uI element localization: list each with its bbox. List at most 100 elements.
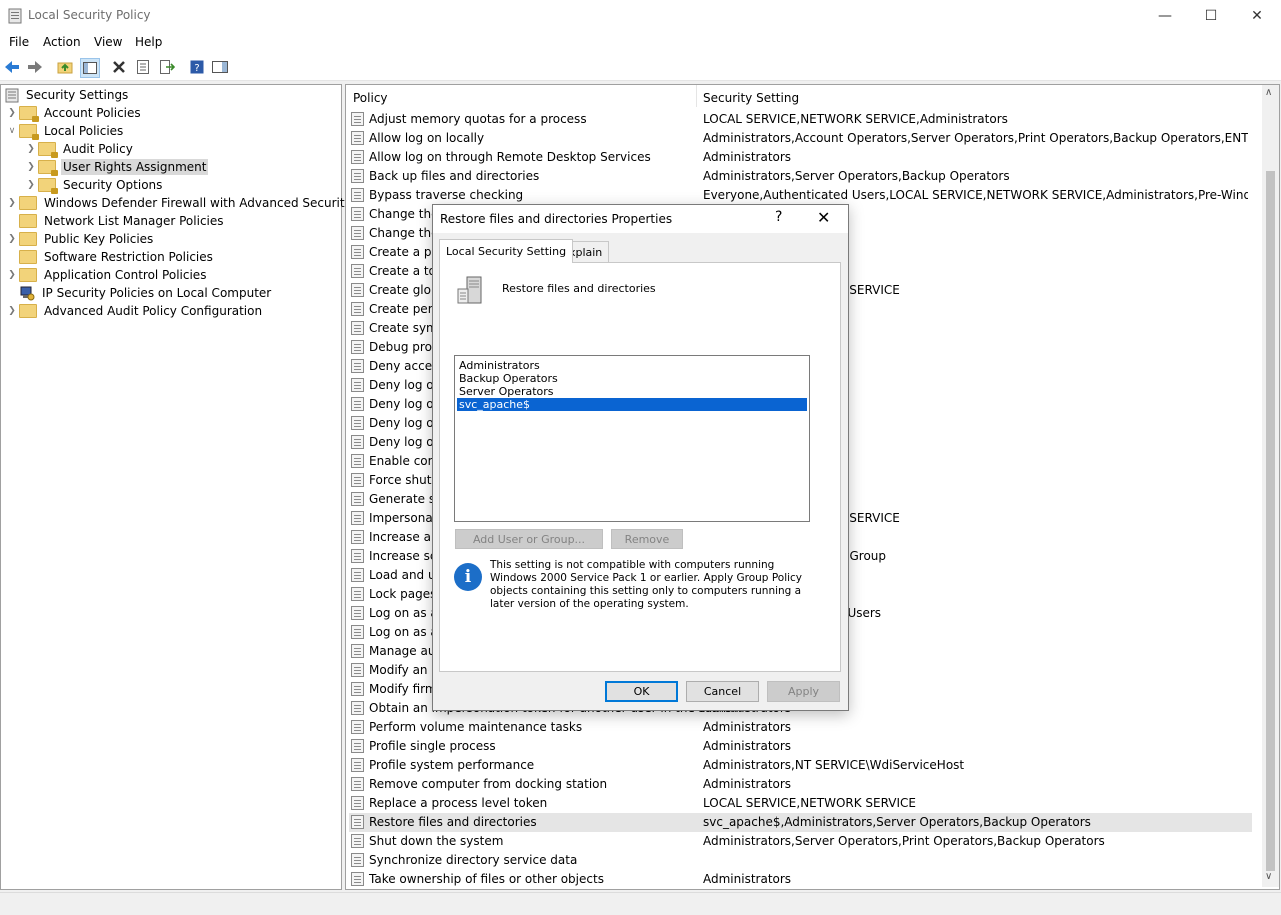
remove-button[interactable]: Remove <box>611 529 683 549</box>
chevron-right-icon[interactable]: ❯ <box>5 108 19 118</box>
help-button[interactable]: ? <box>775 209 782 225</box>
tree-item-advanced-audit[interactable]: ❯ Advanced Audit Policy Configuration <box>5 302 264 320</box>
members-listbox[interactable]: Administrators Backup Operators Server O… <box>454 355 810 522</box>
policy-icon <box>351 511 364 525</box>
policy-row[interactable]: Replace a process level token LOCAL SERVI… <box>349 794 1252 813</box>
policy-row[interactable]: Allow log on locally Administrators,Accou… <box>349 129 1252 148</box>
up-folder-icon[interactable] <box>56 58 74 76</box>
policy-icon <box>351 872 364 886</box>
column-separator[interactable] <box>696 85 697 107</box>
menu-file[interactable]: File <box>9 35 29 49</box>
show-hide-tree-icon[interactable] <box>80 58 100 78</box>
policy-icon <box>351 720 364 734</box>
policy-icon <box>351 606 364 620</box>
menu-view[interactable]: View <box>94 35 122 49</box>
policy-row[interactable]: Profile single process Administrators <box>349 737 1252 756</box>
tree-item-windows-defender-firewall[interactable]: ❯ Windows Defender Firewall with Advance… <box>5 194 354 212</box>
policy-row[interactable]: Allow log on through Remote Desktop Serv… <box>349 148 1252 167</box>
ok-button[interactable]: OK <box>605 681 678 702</box>
policy-name-cell: Replace a process level token <box>369 796 548 810</box>
menu-action[interactable]: Action <box>43 35 81 49</box>
close-button[interactable]: ✕ <box>1234 0 1280 32</box>
security-setting-cell: Administrators,Account Operators,Server … <box>703 131 1248 145</box>
scroll-up-icon[interactable]: ∧ <box>1265 87 1272 98</box>
policy-row[interactable]: Bypass traverse checking Everyone,Authent… <box>349 186 1252 205</box>
policy-row[interactable]: Remove computer from docking station Admi… <box>349 775 1252 794</box>
tree-item-ip-security-policies[interactable]: IP Security Policies on Local Computer <box>5 284 273 302</box>
apply-button[interactable]: Apply <box>767 681 840 702</box>
action-pane-icon[interactable] <box>211 58 229 76</box>
folder-icon <box>19 214 37 228</box>
add-user-or-group-button[interactable]: Add User or Group... <box>455 529 603 549</box>
member-item[interactable]: Server Operators <box>457 385 807 398</box>
policy-name-cell: Perform volume maintenance tasks <box>369 720 583 734</box>
tree-item-audit-policy[interactable]: ❯ Audit Policy <box>24 140 135 158</box>
tree-label: Audit Policy <box>63 142 133 156</box>
policy-name-cell: Lock pages <box>369 587 437 601</box>
policy-icon <box>351 188 364 202</box>
vertical-scrollbar[interactable]: ∧ ∨ <box>1262 85 1279 887</box>
member-item[interactable]: Backup Operators <box>457 372 807 385</box>
policy-row[interactable]: Back up files and directories Administrat… <box>349 167 1252 186</box>
policy-name-cell: Log on as a <box>369 606 438 620</box>
tree-item-local-policies[interactable]: ∨ Local Policies <box>5 122 125 140</box>
cancel-button[interactable]: Cancel <box>686 681 759 702</box>
scroll-down-icon[interactable]: ∨ <box>1265 871 1272 882</box>
security-setting-cell: Everyone,Authenticated Users,LOCAL SERVI… <box>703 188 1248 202</box>
policy-icon <box>351 454 364 468</box>
policy-row[interactable]: Synchronize directory service data <box>349 851 1252 870</box>
tree-item-network-list-manager[interactable]: Network List Manager Policies <box>5 212 226 230</box>
policy-row[interactable]: Adjust memory quotas for a process LOCAL … <box>349 110 1252 129</box>
chevron-right-icon[interactable]: ❯ <box>5 306 19 316</box>
policy-icon <box>351 796 364 810</box>
properties-dialog: Restore files and directories Properties… <box>432 204 849 711</box>
policy-icon <box>351 416 364 430</box>
policy-icon <box>351 112 364 126</box>
tree-label: Security Options <box>63 178 163 192</box>
chevron-right-icon[interactable]: ❯ <box>24 162 38 172</box>
export-list-icon[interactable] <box>158 58 176 76</box>
chevron-right-icon[interactable]: ❯ <box>5 234 19 244</box>
chevron-right-icon[interactable]: ❯ <box>24 144 38 154</box>
policy-row[interactable]: Perform volume maintenance tasks Administ… <box>349 718 1252 737</box>
scrollbar-thumb[interactable] <box>1266 171 1275 871</box>
policy-row[interactable]: Take ownership of files or other objects… <box>349 870 1252 889</box>
minimize-button[interactable]: — <box>1142 0 1188 32</box>
tree-item-user-rights-assignment[interactable]: ❯ User Rights Assignment <box>24 158 209 176</box>
column-header-security-setting[interactable]: Security Setting <box>703 91 799 105</box>
sort-up-icon: ^ <box>517 84 525 91</box>
policy-icon <box>351 777 364 791</box>
chevron-right-icon[interactable]: ❯ <box>5 270 19 280</box>
forward-icon[interactable] <box>26 58 44 76</box>
chevron-down-icon[interactable]: ∨ <box>5 126 19 136</box>
tree-item-security-options[interactable]: ❯ Security Options <box>24 176 164 194</box>
tab-local-security-setting[interactable]: Local Security Setting <box>439 239 574 263</box>
tree-item-public-key-policies[interactable]: ❯ Public Key Policies <box>5 230 155 248</box>
security-setting-cell: Administrators,Server Operators,Print Op… <box>703 834 1105 848</box>
properties-icon[interactable] <box>134 58 152 76</box>
tree-item-software-restriction[interactable]: Software Restriction Policies <box>5 248 215 266</box>
back-icon[interactable] <box>3 58 21 76</box>
member-item[interactable]: Administrators <box>457 359 807 372</box>
maximize-button[interactable]: ☐ <box>1188 0 1234 32</box>
policy-row[interactable]: Restore files and directories svc_apache$… <box>349 813 1252 832</box>
tree-label: User Rights Assignment <box>61 159 209 175</box>
policy-row[interactable]: Profile system performance Administrators… <box>349 756 1252 775</box>
policy-name-cell: Adjust memory quotas for a process <box>369 112 587 126</box>
policy-icon <box>351 473 364 487</box>
menu-help[interactable]: Help <box>135 35 162 49</box>
delete-icon[interactable] <box>110 58 128 76</box>
tree-item-security-settings[interactable]: Security Settings <box>5 86 130 104</box>
security-policy-icon <box>8 8 22 24</box>
member-item-selected[interactable]: svc_apache$ <box>457 398 807 411</box>
server-policy-icon <box>457 276 482 304</box>
tree-item-application-control[interactable]: ❯ Application Control Policies <box>5 266 208 284</box>
column-header-policy[interactable]: Policy <box>353 91 388 105</box>
tree-item-account-policies[interactable]: ❯ Account Policies <box>5 104 143 122</box>
dialog-close-button[interactable]: ✕ <box>817 208 830 227</box>
policy-row[interactable]: Shut down the system Administrators,Serve… <box>349 832 1252 851</box>
chevron-right-icon[interactable]: ❯ <box>5 198 19 208</box>
chevron-right-icon[interactable]: ❯ <box>24 180 38 190</box>
policy-icon <box>351 549 364 563</box>
help-icon[interactable]: ? <box>188 58 206 76</box>
